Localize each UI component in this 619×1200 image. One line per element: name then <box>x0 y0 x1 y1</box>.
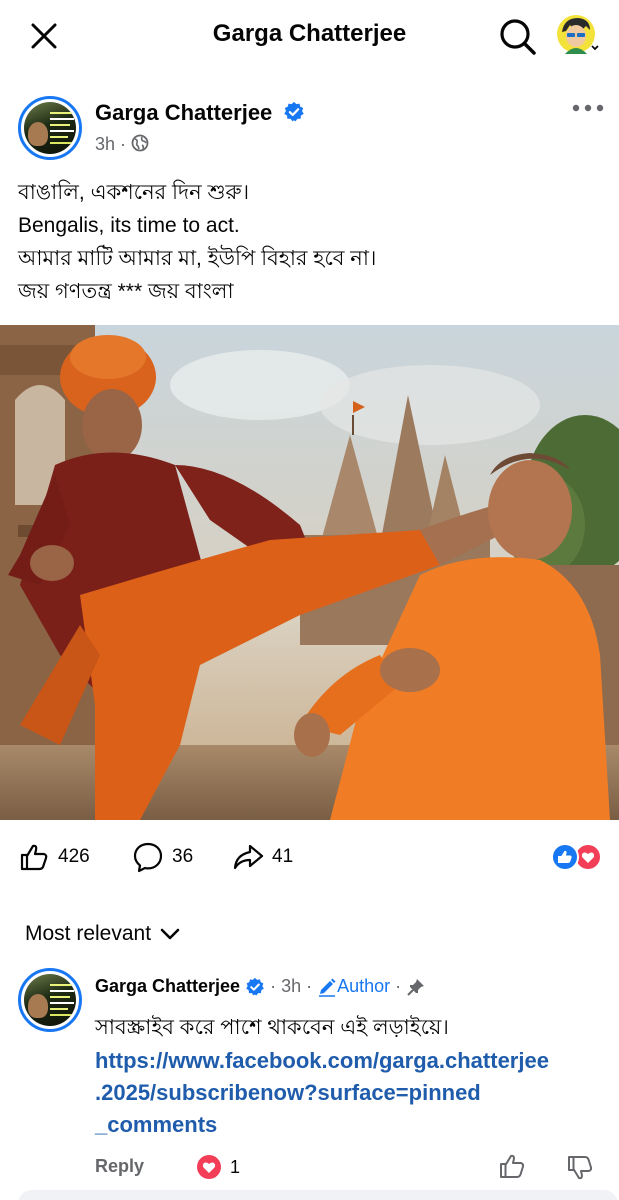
search-icon[interactable] <box>498 17 538 57</box>
comment-sort-dropdown[interactable]: Most relevant <box>25 922 181 946</box>
meta-separator: · <box>301 976 318 996</box>
author-badge[interactable]: Author <box>337 976 390 997</box>
comment-header: Garga Chatterjee · 3h · Author · <box>95 976 426 997</box>
verified-badge-icon <box>284 102 305 122</box>
post-text-line: Bengalis, its time to act. <box>18 214 240 237</box>
post-text: বাঙালি, একশনের দিন শুরু। Bengalis, its t… <box>18 176 608 308</box>
comment-time[interactable]: 3h <box>281 976 301 997</box>
share-icon <box>233 844 264 870</box>
comment-link-line[interactable]: https://www.facebook.com/garga.chatterje… <box>95 1045 615 1077</box>
top-bar: Garga Chatterjee <box>0 0 619 72</box>
reactions-summary-icon[interactable] <box>548 842 604 872</box>
share-button[interactable]: 41 <box>232 840 293 874</box>
post-text-line: জয় গণতন্ত্র *** জয় বাংলা <box>18 280 234 303</box>
comment-link-line[interactable]: .2025/subscribenow?surface=pinned <box>95 1077 615 1109</box>
pin-icon <box>407 978 425 996</box>
thumbs-up-icon[interactable] <box>498 1152 526 1180</box>
comment-text: সাবস্ক্রাইব করে পাশে থাকবেন এই লড়াইয়ে। <box>95 1016 449 1039</box>
comment-author-name[interactable]: Garga Chatterjee <box>95 976 240 997</box>
thumbs-down-icon[interactable] <box>566 1154 594 1182</box>
post-action-bar: 426 36 41 <box>0 830 619 884</box>
like-button[interactable]: 426 <box>18 840 90 874</box>
post-image[interactable] <box>0 325 619 820</box>
comment-input-bar[interactable] <box>18 1190 618 1200</box>
post-author-name[interactable]: Garga Chatterjee <box>95 100 305 126</box>
meta-separator: · <box>120 134 132 154</box>
meta-separator: · <box>265 976 282 996</box>
comment-link[interactable]: https://www.facebook.com/garga.chatterje… <box>95 1045 615 1141</box>
reply-button[interactable]: Reply <box>95 1156 144 1177</box>
globe-icon <box>131 134 149 152</box>
post-author-avatar[interactable] <box>18 96 82 160</box>
comment-sort-label: Most relevant <box>25 922 152 945</box>
chevron-down-icon <box>160 928 180 940</box>
avatar-image <box>24 974 76 1026</box>
comment-button[interactable]: 36 <box>132 840 193 874</box>
share-count: 41 <box>272 846 294 867</box>
comment-link-line[interactable]: _comments <box>95 1109 615 1141</box>
love-reaction-icon <box>197 1155 221 1179</box>
post-author-name-text[interactable]: Garga Chatterjee <box>95 100 272 125</box>
post-text-line: আমার মাটি আমার মা, ইউপি বিহার হবে না। <box>18 247 377 270</box>
avatar-image <box>24 102 76 154</box>
comment-reactions[interactable]: 1 <box>196 1154 240 1180</box>
post-meta: 3h · <box>95 134 149 155</box>
comment-count: 36 <box>172 846 194 867</box>
comment-icon <box>133 842 163 873</box>
like-count: 426 <box>58 846 90 867</box>
post-time[interactable]: 3h <box>95 134 115 154</box>
comment-author-avatar[interactable] <box>18 968 82 1032</box>
pencil-icon <box>319 978 336 997</box>
verified-badge-icon <box>246 977 264 995</box>
like-icon <box>20 844 48 871</box>
more-options-icon[interactable] <box>568 96 608 124</box>
meta-separator: · <box>390 976 407 996</box>
post-text-line: বাঙালি, একশনের দিন শুরু। <box>18 181 250 204</box>
profile-avatar-icon[interactable] <box>556 14 600 58</box>
comment-reaction-count: 1 <box>230 1156 241 1177</box>
